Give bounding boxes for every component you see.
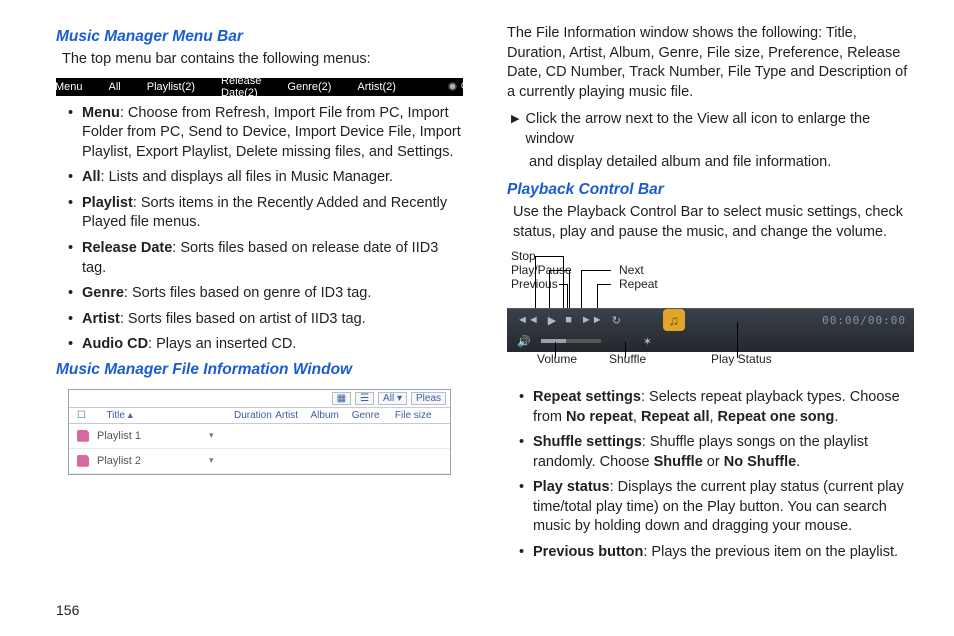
bullet-all: All: Lists and displays all files in Mus… [70,168,463,188]
menubar-intro: The top menu bar contains the following … [62,50,463,70]
prev-icon: ◄◄ [517,314,539,326]
play-timer: 00:00/00:00 [822,314,906,327]
menu-playlist: Playlist(2) [147,81,195,93]
label-next: Next [619,264,658,278]
stop-icon: ■ [565,314,572,326]
col-duration: Duration [234,410,275,421]
volume-slider [541,339,601,343]
bullet-repeat: Repeat settings: Selects repeat playback… [521,388,914,427]
playback-bar: ◄◄ ▶ ■ ►► ↻ ♫ 00:00/00:00 🔊 ✶ [507,308,914,352]
playback-intro: Use the Playback Control Bar to select m… [513,203,914,242]
col-filesize: File size [395,410,442,421]
music-manager-menubar: Menu All Playlist(2) Release Date(2) Gen… [56,78,463,96]
menu-genre: Genre(2) [287,81,331,93]
bullet-audiocd: Audio CD: Plays an inserted CD. [70,335,463,355]
bullet-playstatus: Play status: Displays the current play s… [521,478,914,537]
playback-bullets: Repeat settings: Selects repeat playback… [507,388,914,563]
bullet-playlist: Playlist: Sorts items in the Recently Ad… [70,194,463,233]
section-heading-menubar: Music Manager Menu Bar [56,28,463,46]
menu-artist: Artist(2) [357,81,396,93]
playlist-name: Playlist 2 [97,455,201,467]
label-volume: Volume [537,352,577,366]
tool-all-dropdown: All ▾ [378,392,407,405]
file-info-window: ▦ ☰ All ▾ Pleas ☐ Title ▴ Duration Artis… [68,389,451,475]
bullet-previous: Previous button: Plays the previous item… [521,543,914,563]
volume-icon: 🔊 [517,335,531,348]
col-artist: Artist [275,410,310,421]
playlist-icon [77,455,89,467]
bullet-artist: Artist: Sorts files based on artist of I… [70,310,463,330]
menubar-bullets: Menu: Choose from Refresh, Import File f… [56,104,463,355]
section-heading-fileinfo: Music Manager File Information Window [56,361,463,379]
playlist-name: Playlist 1 [97,430,201,442]
menu-release: Release Date(2) [221,75,261,99]
label-shuffle: Shuffle [609,352,646,366]
fileinfo-header: ☐ Title ▴ Duration Artist Album Genre Fi… [69,408,450,424]
right-column: The File Information window shows the fo… [507,22,914,618]
bullet-shuffle: Shuffle settings: Shuffle plays songs on… [521,433,914,472]
menu-all: All [109,81,121,93]
row-dropdown-icon: ▾ [209,455,214,466]
fileinfo-toolbar: ▦ ☰ All ▾ Pleas [69,390,450,408]
playback-diagram: Stop Play/Pause Previous Next Repeat ◄◄ … [507,250,914,380]
page-number: 156 [56,602,79,618]
arrow-instruction-cont: and display detailed album and file info… [529,153,914,173]
bullet-release: Release Date: Sorts files based on relea… [70,239,463,278]
col-genre: Genre [352,410,395,421]
col-title: Title ▴ [106,410,234,421]
fileinfo-description: The File Information window shows the fo… [507,24,914,102]
menu-label: Menu [64,81,83,93]
repeat-icon: ↻ [612,314,621,327]
label-repeat: Repeat [619,278,658,292]
shuffle-icon: ✶ [643,335,652,348]
tool-list-icon: ☰ [355,392,374,405]
label-playstatus: Play Status [711,352,772,366]
playlist-row: Playlist 1 ▾ [69,424,450,449]
playlist-row: Playlist 2 ▾ [69,449,450,474]
tool-grid-icon: ▦ [332,392,351,405]
left-column: Music Manager Menu Bar The top menu bar … [56,22,463,618]
tool-please: Pleas [411,392,446,405]
row-dropdown-icon: ▾ [209,430,214,441]
play-icon: ▶ [548,314,556,327]
col-checkbox: ☐ [77,410,106,421]
bullet-menu: Menu: Choose from Refresh, Import File f… [70,104,463,163]
menu-cd: CD [448,81,475,92]
arrow-instruction: Click the arrow next to the View all ico… [511,110,914,149]
col-album: Album [311,410,352,421]
next-icon: ►► [581,314,603,326]
playlist-icon [77,430,89,442]
bullet-genre: Genre: Sorts files based on genre of ID3… [70,284,463,304]
music-note-icon: ♫ [663,309,685,331]
section-heading-playback: Playback Control Bar [507,181,914,199]
